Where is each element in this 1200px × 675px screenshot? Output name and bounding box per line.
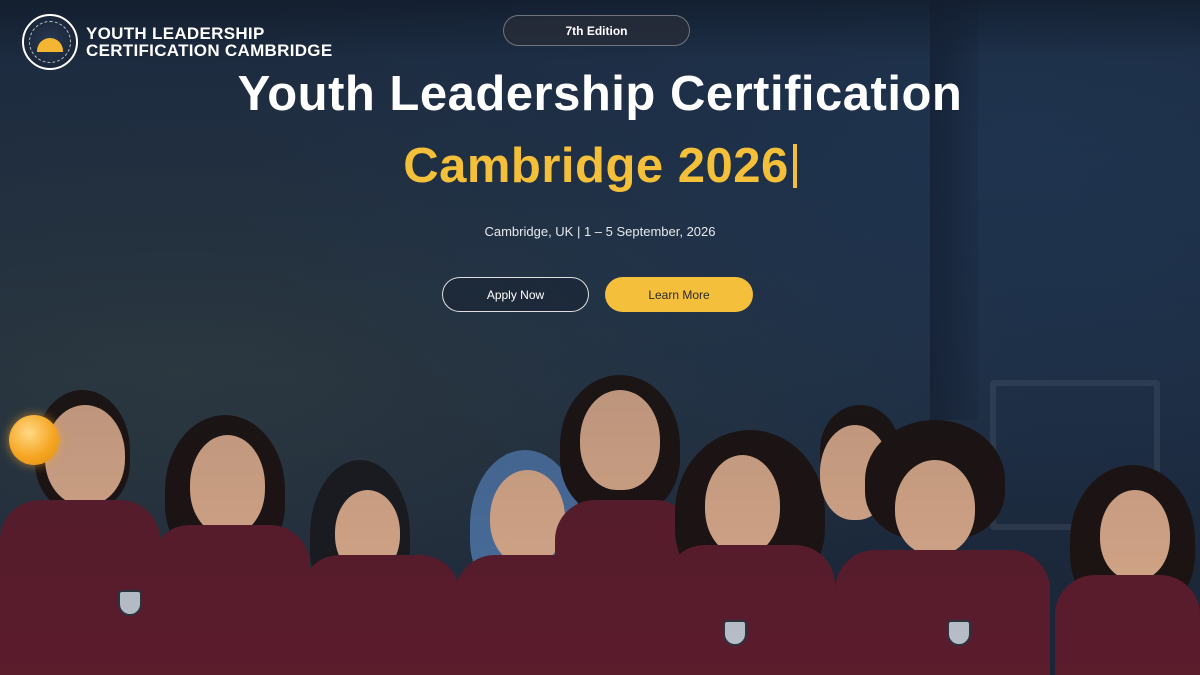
apply-now-button[interactable]: Apply Now <box>442 277 589 312</box>
event-location-date: Cambridge, UK | 1 – 5 September, 2026 <box>484 224 716 239</box>
brand-line-2: CERTIFICATION CAMBRIDGE <box>86 41 333 60</box>
brand-line-1: YOUTH LEADERSHIP <box>86 24 265 43</box>
hero-subtitle-text: Cambridge 2026 <box>403 139 789 193</box>
learn-more-button[interactable]: Learn More <box>605 277 753 312</box>
brand-logo[interactable]: YOUTH LEADERSHIP CERTIFICATION CAMBRIDGE <box>22 14 332 70</box>
sunrise-icon <box>37 38 63 52</box>
typing-cursor <box>792 144 797 188</box>
hero-title: Youth Leadership Certification <box>237 67 963 121</box>
seal-icon <box>22 14 78 70</box>
decorative-orb <box>9 415 59 465</box>
brand-name: YOUTH LEADERSHIP CERTIFICATION CAMBRIDGE <box>86 25 332 59</box>
edition-badge: 7th Edition <box>503 15 690 46</box>
hero-subtitle: Cambridge 2026 <box>0 138 1200 194</box>
